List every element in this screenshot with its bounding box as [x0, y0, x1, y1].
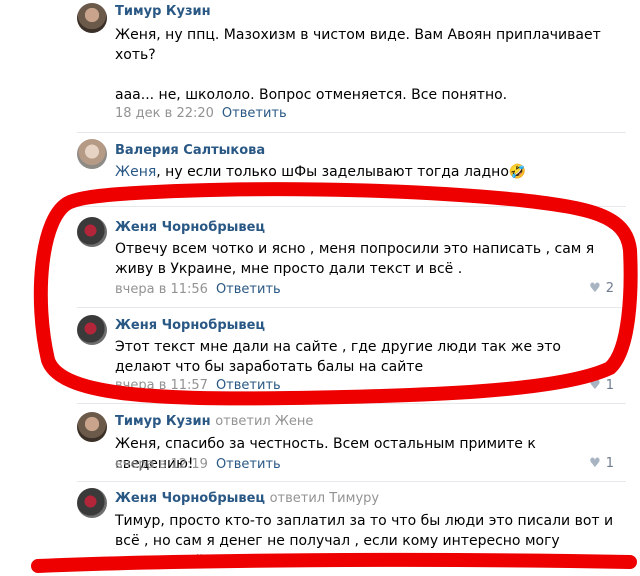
reply-button[interactable]: Ответить [222, 106, 287, 121]
reply-button[interactable]: Ответить [216, 184, 281, 199]
comment-text: Отвечу всем чотко и ясно , меня попросил… [115, 241, 595, 277]
like-button[interactable]: ♥ 1 [589, 378, 614, 393]
reply-button[interactable]: Ответить [216, 555, 281, 570]
comment-meta: вчера в 11:57 Ответить [115, 378, 281, 393]
comment-text-body: , ну если только шФы заделывают тогда ла… [156, 164, 527, 180]
comment-author[interactable]: Женя Чорнобрывец [115, 318, 265, 333]
heart-icon: ♥ [589, 281, 601, 296]
mention-link[interactable]: Женя [115, 164, 156, 180]
like-button[interactable]: ♥ 2 [589, 281, 614, 296]
like-count: 1 [605, 378, 614, 393]
comment-author[interactable]: Валерия Салтыкова [115, 143, 265, 158]
comment-author[interactable]: Тимур Кузин [115, 4, 211, 19]
comment-author[interactable]: Женя Чорнобрывец [115, 491, 265, 506]
reply-button[interactable]: Ответить [216, 457, 281, 472]
comment-text: Женя, ну ппц. Мазохизм в чистом виде. Ва… [115, 27, 601, 103]
comment-header: Тимур Кузин ответил Жене [115, 414, 313, 429]
comment-meta: вчера в 12:19 Ответить [115, 457, 281, 472]
reply-to-label[interactable]: ответил Жене [215, 414, 313, 429]
heart-icon: ♥ [589, 378, 601, 393]
comment-date[interactable]: вчера в 10:55 [115, 184, 208, 199]
avatar[interactable] [77, 217, 107, 247]
like-count: 2 [605, 281, 614, 296]
reply-button[interactable]: Ответить [216, 378, 281, 393]
comment-author[interactable]: Женя Чорнобрывец [115, 220, 265, 235]
like-count: 1 [605, 456, 614, 471]
reply-button[interactable]: Ответить [216, 282, 281, 297]
comment-meta: вчера в 12:23 Ответить [115, 555, 281, 570]
avatar[interactable] [77, 3, 107, 33]
comment-date[interactable]: вчера в 11:56 [115, 282, 208, 297]
divider [77, 403, 626, 404]
comment-text: Женя, ну если только шФы заделывают тогд… [115, 162, 615, 182]
comment-meta: вчера в 11:56 Ответить [115, 282, 281, 297]
divider [77, 132, 626, 133]
avatar[interactable] [77, 412, 107, 442]
heart-icon: ♥ [589, 456, 601, 471]
comment-header: Женя Чорнобрывец ответил Тимуру [115, 491, 379, 506]
avatar[interactable] [77, 488, 107, 518]
divider [77, 206, 626, 207]
avatar[interactable] [77, 139, 107, 169]
comment-date[interactable]: вчера в 12:23 [115, 555, 208, 570]
comment-date[interactable]: вчера в 12:19 [115, 457, 208, 472]
avatar[interactable] [77, 315, 107, 345]
comment-author[interactable]: Тимур Кузин [115, 414, 211, 429]
divider [77, 307, 626, 308]
divider [77, 481, 626, 482]
comment-meta: вчера в 10:55 Ответить [115, 184, 281, 199]
like-button[interactable]: ♥ 1 [589, 456, 614, 471]
comment-text: Этот текст мне дали на сайте , где други… [115, 339, 561, 375]
reply-to-label[interactable]: ответил Тимуру [270, 491, 379, 506]
comment-date[interactable]: вчера в 11:57 [115, 378, 208, 393]
comment-date[interactable]: 18 дек в 22:20 [115, 106, 214, 121]
comment-meta: 18 дек в 22:20 Ответить [115, 106, 287, 121]
